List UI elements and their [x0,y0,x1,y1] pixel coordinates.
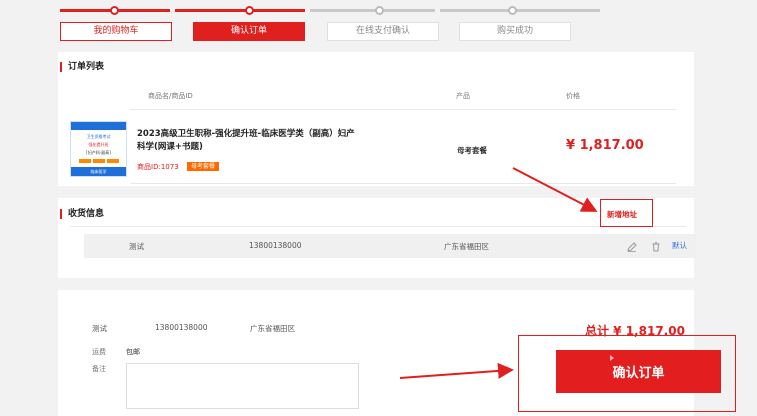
step-confirm-order[interactable]: 确认订单 [193,22,305,41]
step-line-3 [310,9,435,12]
shipping-title-divider [70,226,686,227]
default-address-link[interactable]: 默认 [672,240,687,251]
shipping-fee-label: 运费 [92,348,106,356]
summary-region: 广东省福田区 [250,324,295,333]
edit-address-icon[interactable] [626,238,638,252]
address-row[interactable] [84,234,696,258]
product-id-value: 1073 [160,163,179,171]
thumb-text-2: 强化提升班 [88,142,109,147]
step-dot-3 [375,6,384,15]
trash-icon [652,242,660,252]
step-dot-1 [110,6,119,15]
shipping-fee-value: 包邮 [126,348,140,356]
confirm-order-label: 确认订单 [612,366,665,381]
step-dot-2 [245,6,254,15]
address-name: 测试 [129,242,144,251]
remark-textarea[interactable] [126,363,359,409]
summary-phone: 13800138000 [155,323,208,332]
product-title[interactable]: 2023高级卫生职称-强化提升班-临床医学类（副高）妇产科学(网课+书题) [137,128,362,154]
remark-label: 备注 [92,365,106,373]
delete-address-icon[interactable] [650,238,662,252]
address-region: 广东省福田区 [444,242,489,251]
product-price: ¥ 1,817.00 [566,138,644,153]
header-product: 产品 [456,92,470,100]
order-list-title: 订单列表 [60,62,104,72]
new-address-link[interactable]: 新增地址 [600,199,653,227]
step-line-4 [440,9,600,12]
step-purchase-success: 购买成功 [459,22,571,41]
confirm-order-button[interactable]: 确认订单 [556,350,721,393]
product-badge: 母考套餐 [187,162,220,171]
step-my-cart[interactable]: 我的购物车 [60,22,172,41]
header-price: 价格 [566,92,580,100]
thumb-text-3: [妇产科·副高] [86,150,111,155]
address-phone: 13800138000 [249,241,302,250]
header-product-name: 商品名/商品ID [148,92,193,100]
product-package: 母考套餐 [457,146,487,155]
thumb-tags [71,159,126,163]
thumb-header [71,122,126,130]
step-online-payment: 在线支付确认 [327,22,439,41]
summary-name: 测试 [92,324,107,333]
shipping-title: 收货信息 [60,209,104,219]
new-address-label: 新增地址 [607,210,637,219]
product-thumbnail[interactable]: 卫生资格考试 强化提升班 [妇产科·副高] 临床医学 [70,121,127,177]
order-row-divider [130,183,676,184]
pencil-icon [627,242,637,252]
order-header-divider [130,109,676,110]
thumb-text-1: 卫生资格考试 [86,134,111,139]
cursor-icon [610,355,614,361]
product-id-row: 商品ID:1073 [137,162,179,172]
step-line-2 [175,9,305,12]
step-dot-4 [508,6,517,15]
thumb-footer: 临床医学 [71,167,126,176]
product-id-label: 商品ID: [137,163,161,171]
